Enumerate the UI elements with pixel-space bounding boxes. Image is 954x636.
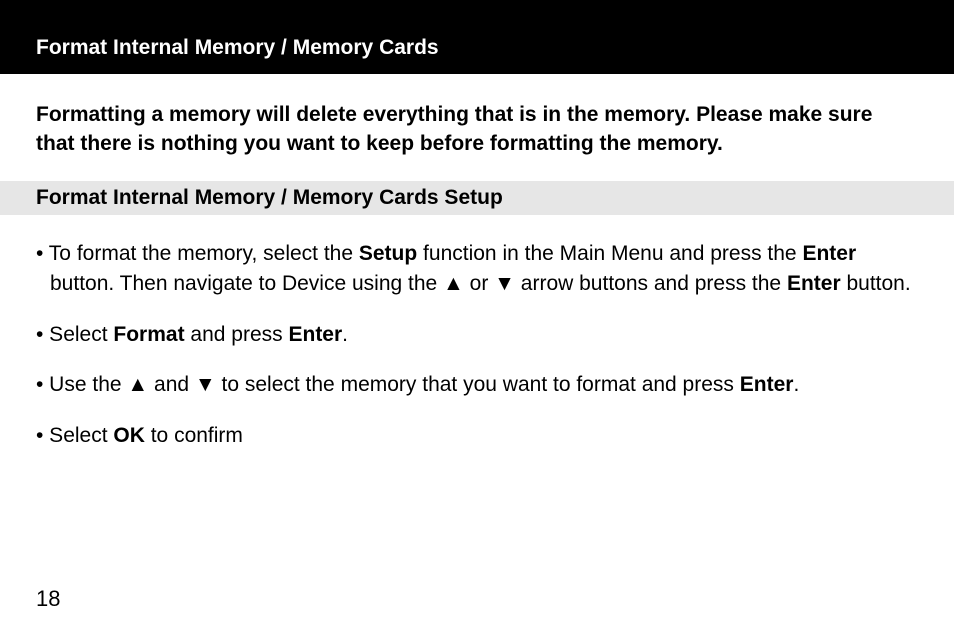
instruction-step-3: • Use the ▲ and ▼ to select the memory t… — [36, 370, 918, 400]
subheader-title: Format Internal Memory / Memory Cards Se… — [36, 186, 503, 209]
text-fragment: function in the Main Menu and press the — [417, 242, 802, 265]
bold-enter: Enter — [740, 373, 794, 396]
text-fragment: • Select — [36, 323, 113, 346]
instructions-content: • To format the memory, select the Setup… — [0, 215, 954, 451]
text-fragment: to confirm — [145, 424, 243, 447]
bold-format: Format — [113, 323, 184, 346]
text-fragment: and press — [185, 323, 289, 346]
section-subheader: Format Internal Memory / Memory Cards Se… — [0, 181, 954, 215]
text-fragment: button. — [841, 272, 911, 295]
text-fragment: • To format the memory, select the — [36, 242, 359, 265]
text-fragment: • Use the ▲ and ▼ to select the memory t… — [36, 373, 740, 396]
bold-setup: Setup — [359, 242, 417, 265]
instruction-step-4: • Select OK to confirm — [36, 421, 918, 451]
bold-enter: Enter — [787, 272, 841, 295]
text-fragment: . — [793, 373, 799, 396]
text-fragment: • Select — [36, 424, 113, 447]
page-header: Format Internal Memory / Memory Cards — [0, 0, 954, 74]
text-fragment: button. Then navigate to Device using th… — [50, 272, 787, 295]
page-number: 18 — [36, 586, 60, 612]
instruction-step-2: • Select Format and press Enter. — [36, 320, 918, 350]
page-title: Format Internal Memory / Memory Cards — [36, 36, 439, 59]
bold-enter: Enter — [288, 323, 342, 346]
text-fragment: . — [342, 323, 348, 346]
warning-text: Formatting a memory will delete everythi… — [0, 74, 954, 181]
bold-ok: OK — [113, 424, 145, 447]
bold-enter: Enter — [802, 242, 856, 265]
instruction-step-1: • To format the memory, select the Setup… — [36, 239, 918, 300]
